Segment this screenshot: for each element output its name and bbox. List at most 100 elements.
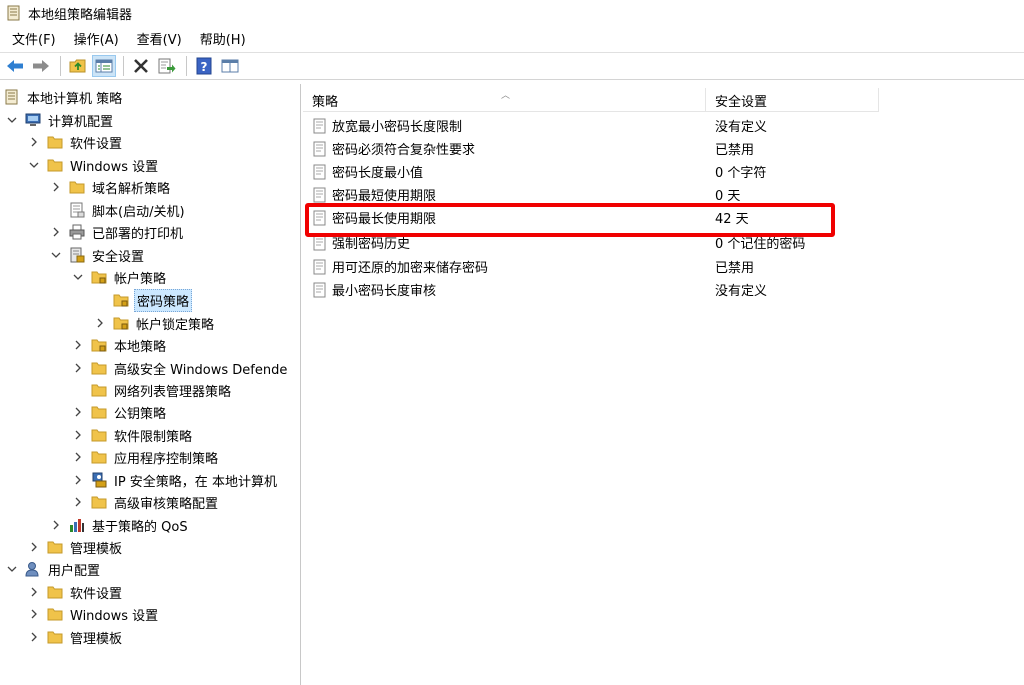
tree-node-computer-config[interactable]: 计算机配置: [6, 109, 115, 131]
tree-node-local-computer-policy[interactable]: 本地计算机 策略: [4, 86, 124, 108]
tree-node-user-admin-templates[interactable]: 管理模板: [28, 626, 124, 648]
tree-node-admin-templates[interactable]: 管理模板: [28, 536, 124, 558]
chevron-right-icon[interactable]: [94, 317, 106, 329]
tree-node-security-settings[interactable]: 安全设置: [50, 244, 146, 266]
policy-setting-value: 没有定义: [715, 284, 768, 299]
tree-node-application-control-policies[interactable]: 应用程序控制策略: [72, 446, 220, 468]
policy-row[interactable]: 放宽最小密码长度限制 没有定义: [303, 114, 1024, 137]
script-icon: [69, 202, 85, 218]
policy-row[interactable]: 强制密码历史 0 个记住的密码: [303, 231, 1024, 254]
tree-node-password-policy[interactable]: 密码策略: [94, 288, 193, 312]
tree-node-account-lockout-policy[interactable]: 帐户锁定策略: [94, 312, 216, 334]
menu-view[interactable]: 查看(V): [128, 29, 191, 48]
tree-node-software-settings[interactable]: 软件设置: [28, 131, 124, 153]
policy-row[interactable]: 最小密码长度审核 没有定义: [303, 278, 1024, 301]
tree-label: 管理模板: [70, 631, 123, 647]
chevron-right-icon[interactable]: [72, 474, 84, 486]
chevron-right-icon[interactable]: [50, 519, 62, 531]
chevron-right-icon[interactable]: [72, 406, 84, 418]
menu-file[interactable]: 文件(F): [0, 29, 65, 48]
policy-row[interactable]: 密码最短使用期限 0 天: [303, 183, 1024, 206]
forward-button[interactable]: [29, 55, 53, 77]
properties-view-button[interactable]: [218, 55, 242, 77]
policy-row[interactable]: 用可还原的加密来储存密码 已禁用: [303, 255, 1024, 278]
show-hide-tree-button[interactable]: [92, 55, 116, 77]
folder-icon: [91, 382, 107, 398]
forward-icon: [33, 60, 49, 72]
tree-label: 管理模板: [70, 541, 123, 557]
policy-name: 放宽最小密码长度限制: [332, 120, 463, 135]
chevron-down-icon[interactable]: [6, 563, 18, 575]
console-tree[interactable]: 本地计算机 策略 计算机配置 软件设置 Windows 设置 域名解析策略 脚本…: [0, 84, 301, 685]
properties-view-icon: [221, 59, 239, 73]
back-button[interactable]: [3, 55, 27, 77]
details-pane[interactable]: 策略 ︿ 安全设置 放宽最小密码长度限制 没有定义 密码必须符合复杂性要求 已禁…: [303, 84, 1024, 685]
policy-setting-value: 42 天: [715, 212, 749, 227]
chevron-right-icon[interactable]: [72, 429, 84, 441]
window-title: 本地组策略编辑器: [28, 7, 133, 23]
up-button[interactable]: [66, 55, 90, 77]
tree-node-user-windows-settings[interactable]: Windows 设置: [28, 603, 160, 625]
policy-row[interactable]: 密码必须符合复杂性要求 已禁用: [303, 137, 1024, 160]
policy-name: 强制密码历史: [332, 237, 411, 252]
tree-label: 软件限制策略: [114, 429, 193, 445]
folder-icon: [91, 360, 107, 376]
help-icon: ?: [196, 57, 212, 75]
tree-label: 域名解析策略: [92, 181, 171, 197]
tree-node-user-config[interactable]: 用户配置: [6, 558, 102, 580]
export-list-button[interactable]: [155, 55, 179, 77]
chevron-right-icon[interactable]: [72, 496, 84, 508]
policy-row[interactable]: 密码长度最小值 0 个字符: [303, 160, 1024, 183]
chevron-down-icon[interactable]: [72, 271, 84, 283]
tree-label: 用户配置: [48, 563, 101, 579]
tree-node-advanced-audit-policy[interactable]: 高级审核策略配置: [72, 491, 220, 513]
tree-node-deployed-printers[interactable]: 已部署的打印机: [50, 221, 185, 243]
menu-help[interactable]: 帮助(H): [191, 29, 255, 48]
help-button[interactable]: ?: [192, 55, 216, 77]
ip-security-icon: [91, 472, 107, 488]
tree-node-policy-based-qos[interactable]: 基于策略的 QoS: [50, 514, 190, 536]
chevron-right-icon[interactable]: [50, 181, 62, 193]
locked-folder-icon: [91, 269, 107, 285]
folder-icon: [91, 449, 107, 465]
tree-node-account-policies[interactable]: 帐户策略: [72, 266, 168, 288]
delete-button[interactable]: [129, 55, 153, 77]
tree-node-windows-settings[interactable]: Windows 设置: [28, 154, 160, 176]
column-header-policy[interactable]: 策略 ︿: [303, 88, 706, 112]
tree-node-software-restriction-policies[interactable]: 软件限制策略: [72, 424, 194, 446]
folder-icon: [47, 539, 63, 555]
tree-node-ip-security-policies[interactable]: IP 安全策略，在 本地计算机: [72, 469, 279, 491]
chevron-right-icon[interactable]: [72, 339, 84, 351]
policy-row[interactable]: 密码最长使用期限 42 天: [303, 206, 1024, 229]
column-setting-label: 安全设置: [715, 94, 768, 110]
chevron-right-icon[interactable]: [28, 586, 40, 598]
folder-icon: [91, 494, 107, 510]
tree-node-local-policies[interactable]: 本地策略: [72, 334, 168, 356]
chevron-right-icon[interactable]: [72, 451, 84, 463]
tree-node-user-software-settings[interactable]: 软件设置: [28, 581, 124, 603]
policy-document-icon: [4, 89, 20, 105]
chevron-down-icon[interactable]: [28, 159, 40, 171]
chevron-right-icon[interactable]: [28, 631, 40, 643]
menu-action[interactable]: 操作(A): [65, 29, 128, 48]
tree-node-windows-defender-firewall[interactable]: 高级安全 Windows Defende: [72, 357, 289, 379]
list-header: 策略 ︿ 安全设置: [303, 88, 879, 112]
column-header-setting[interactable]: 安全设置: [706, 88, 879, 112]
chevron-right-icon[interactable]: [50, 226, 62, 238]
policy-setting-value: 已禁用: [715, 261, 755, 276]
chevron-right-icon[interactable]: [28, 608, 40, 620]
tree-node-public-key-policies[interactable]: 公钥策略: [72, 401, 168, 423]
tree-label: 基于策略的 QoS: [92, 519, 188, 535]
chevron-down-icon[interactable]: [50, 249, 62, 261]
computer-icon: [25, 112, 41, 128]
tree-node-scripts[interactable]: 脚本(启动/关机): [50, 199, 187, 221]
chevron-right-icon[interactable]: [28, 541, 40, 553]
tree-node-network-list-manager-policies[interactable]: 网络列表管理器策略: [72, 379, 233, 401]
tree-node-name-resolution-policy[interactable]: 域名解析策略: [50, 176, 172, 198]
policy-name: 密码长度最小值: [332, 166, 424, 181]
user-icon: [25, 561, 41, 577]
chevron-right-icon[interactable]: [28, 136, 40, 148]
chevron-right-icon[interactable]: [72, 362, 84, 374]
folder-icon: [69, 179, 85, 195]
chevron-down-icon[interactable]: [6, 114, 18, 126]
